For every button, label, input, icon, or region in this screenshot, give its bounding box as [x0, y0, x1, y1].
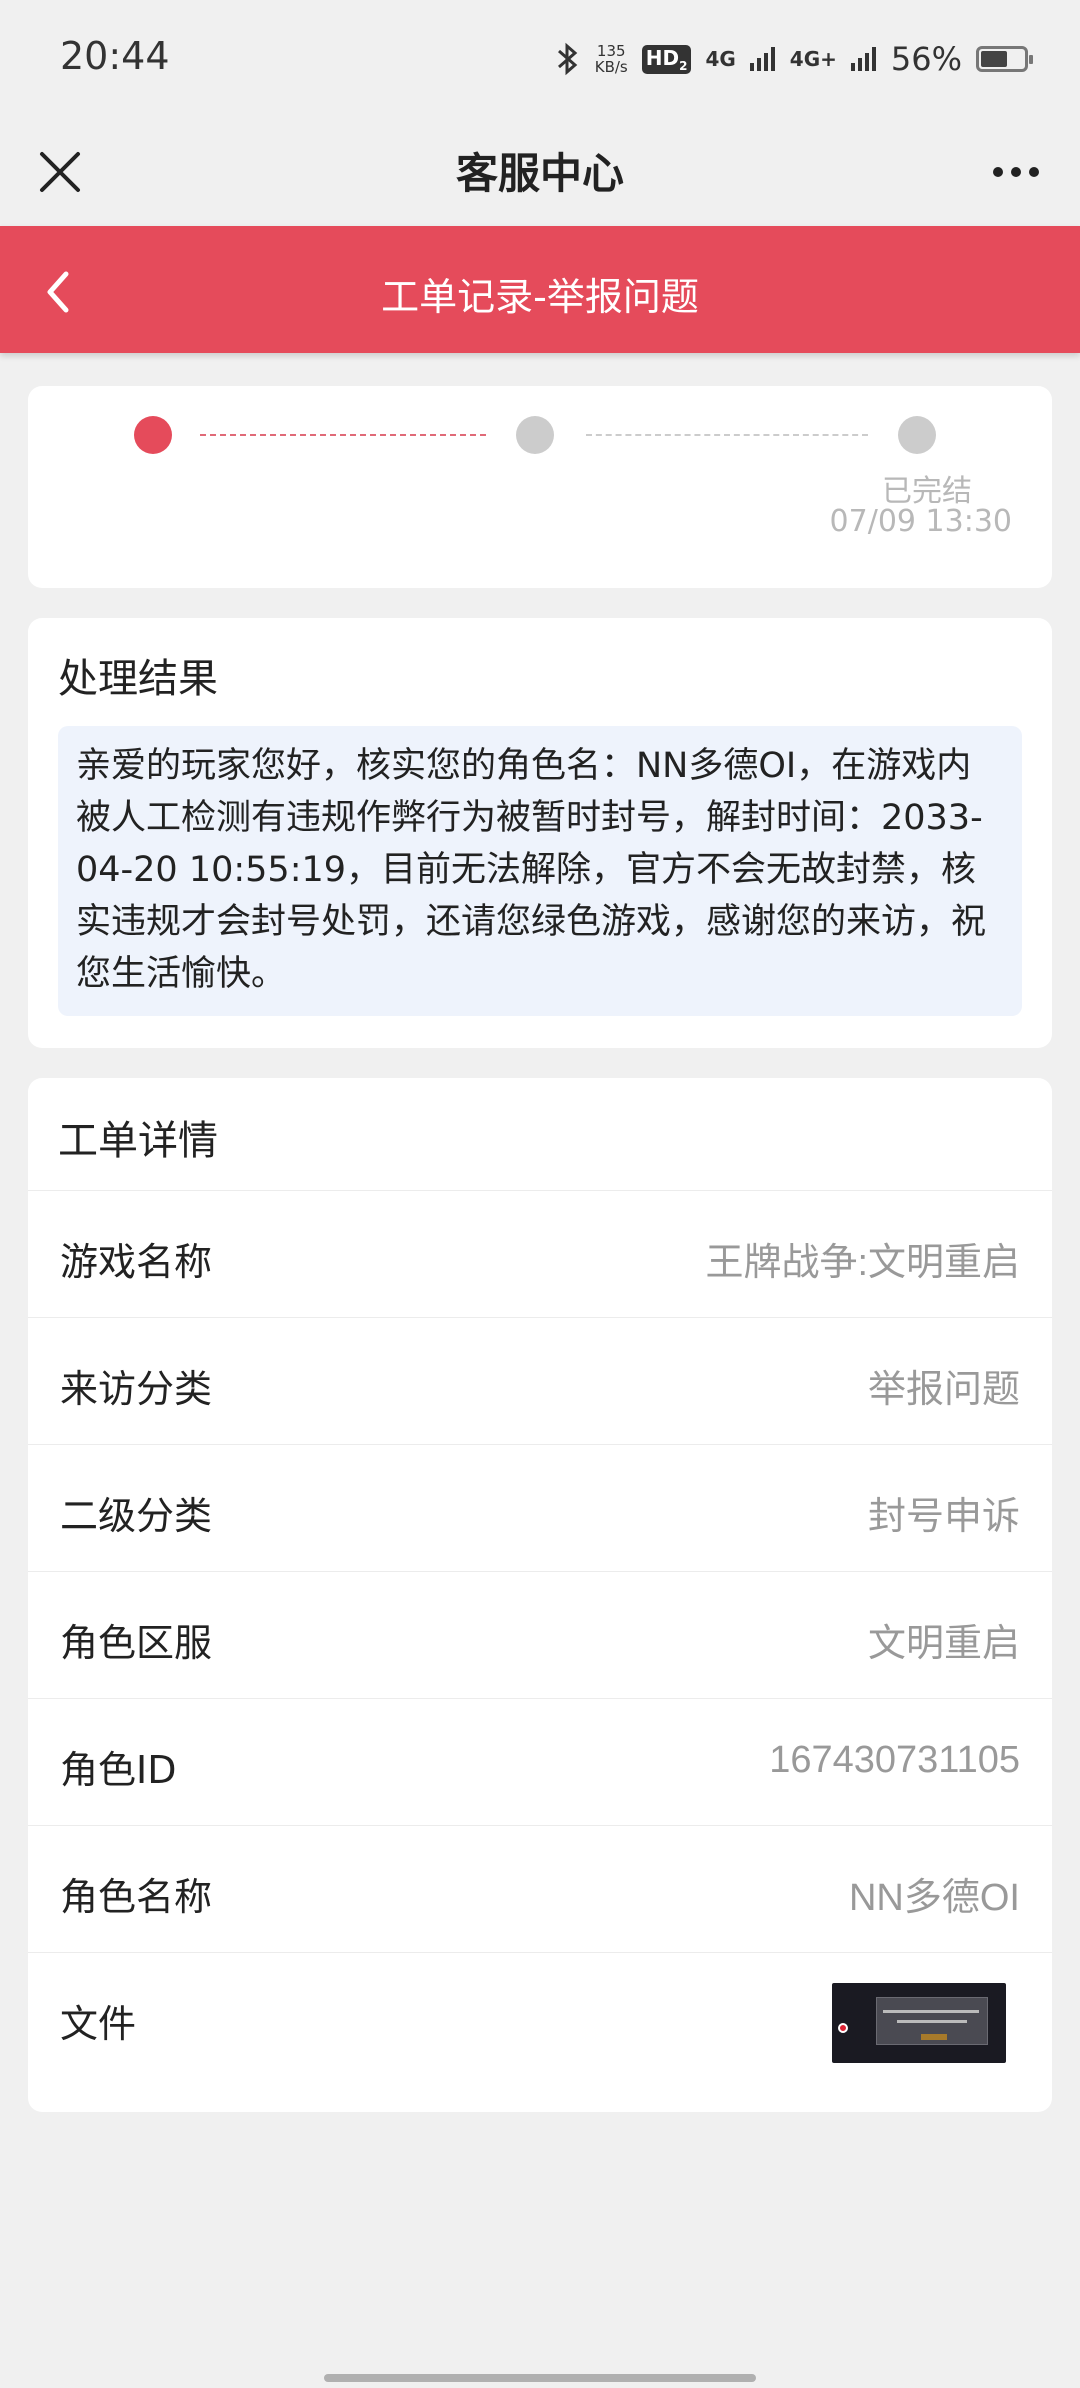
detail-title: 工单详情 — [58, 1118, 218, 1164]
more-icon — [993, 167, 1003, 177]
network-speed: 135 KB/s — [595, 43, 628, 75]
thumbnail-dialog — [876, 1997, 988, 2045]
bluetooth-icon — [557, 42, 578, 76]
progress-card: 已完结 07/09 13:30 — [28, 386, 1052, 588]
row-value: 封号申诉 — [867, 1496, 1020, 1538]
record-icon — [838, 2023, 848, 2033]
row-value: 文明重启 — [867, 1623, 1020, 1665]
signal-bars-icon — [850, 47, 876, 71]
hd-sub: 2 — [679, 58, 688, 73]
ticket-header: 工单记录-举报问题 — [0, 226, 1080, 353]
detail-row-category: 来访分类 举报问题 — [28, 1317, 1052, 1444]
detail-row-server: 角色区服 文明重启 — [28, 1571, 1052, 1698]
battery-icon — [976, 46, 1033, 72]
detail-row-role-name: 角色名称 NN多德OI — [28, 1825, 1052, 1952]
row-value: 王牌战争:文明重启 — [705, 1242, 1020, 1284]
signal-bars-icon — [749, 47, 775, 71]
detail-row-file: 文件 — [28, 1952, 1052, 2112]
row-label: 角色ID — [60, 1748, 177, 1792]
thumbnail-text-line — [897, 2020, 967, 2023]
home-indicator[interactable] — [324, 2374, 756, 2382]
result-text: 亲爱的玩家您好，核实您的角色名：NN多德OI，在游戏内被人工检测有违规作弊行为被… — [58, 726, 1022, 1016]
signal-4g-plus: 4G+ — [789, 47, 837, 71]
row-value: NN多德OI — [848, 1877, 1020, 1919]
detail-row-subcategory: 二级分类 封号申诉 — [28, 1444, 1052, 1571]
thumbnail-text-line — [883, 2010, 979, 2013]
row-label: 文件 — [60, 2002, 137, 2046]
titlebar: 客服中心 — [0, 118, 1080, 226]
detail-card: 工单详情 游戏名称 王牌战争:文明重启 来访分类 举报问题 二级分类 封号申诉 … — [28, 1078, 1052, 2112]
row-label: 来访分类 — [60, 1367, 213, 1411]
thumbnail-button — [921, 2034, 947, 2040]
speed-unit: KB/s — [594, 58, 628, 76]
step-dot-completed — [898, 416, 936, 454]
row-label: 二级分类 — [60, 1494, 213, 1538]
detail-row-role-id: 角色ID 167430731105 — [28, 1698, 1052, 1825]
row-label: 角色名称 — [60, 1875, 213, 1919]
result-title: 处理结果 — [58, 656, 218, 702]
row-value: 举报问题 — [867, 1369, 1020, 1411]
ticket-header-title: 工单记录-举报问题 — [381, 275, 699, 319]
signal-4g: 4G — [705, 47, 736, 71]
status-icons: 135 KB/s HD2 4G 4G+ 56% — [555, 34, 1033, 84]
battery-percent: 56% — [890, 40, 962, 78]
more-icon — [1011, 167, 1021, 177]
row-value: 167430731105 — [769, 1739, 1020, 1781]
detail-row-game-name: 游戏名称 王牌战争:文明重启 — [28, 1190, 1052, 1317]
status-bar: 20:44 135 KB/s HD2 4G 4G+ 56% — [0, 0, 1080, 118]
hd-icon: HD2 — [641, 44, 692, 74]
step-dot-submitted — [134, 416, 172, 454]
speed-value: 135 — [596, 42, 626, 60]
more-icon — [1029, 167, 1039, 177]
step-line — [586, 434, 868, 436]
more-button[interactable] — [980, 140, 1052, 204]
row-label: 游戏名称 — [60, 1240, 213, 1284]
row-label: 角色区服 — [60, 1621, 213, 1665]
hd-label: HD — [645, 45, 680, 70]
result-card: 处理结果 亲爱的玩家您好，核实您的角色名：NN多德OI，在游戏内被人工检测有违规… — [28, 618, 1052, 1048]
page-title: 客服中心 — [455, 149, 624, 198]
step-date: 07/09 13:30 — [829, 504, 1012, 539]
step-dot-processing — [516, 416, 554, 454]
step-line — [200, 434, 486, 436]
status-time: 20:44 — [60, 34, 170, 78]
file-thumbnail[interactable] — [832, 1983, 1006, 2063]
